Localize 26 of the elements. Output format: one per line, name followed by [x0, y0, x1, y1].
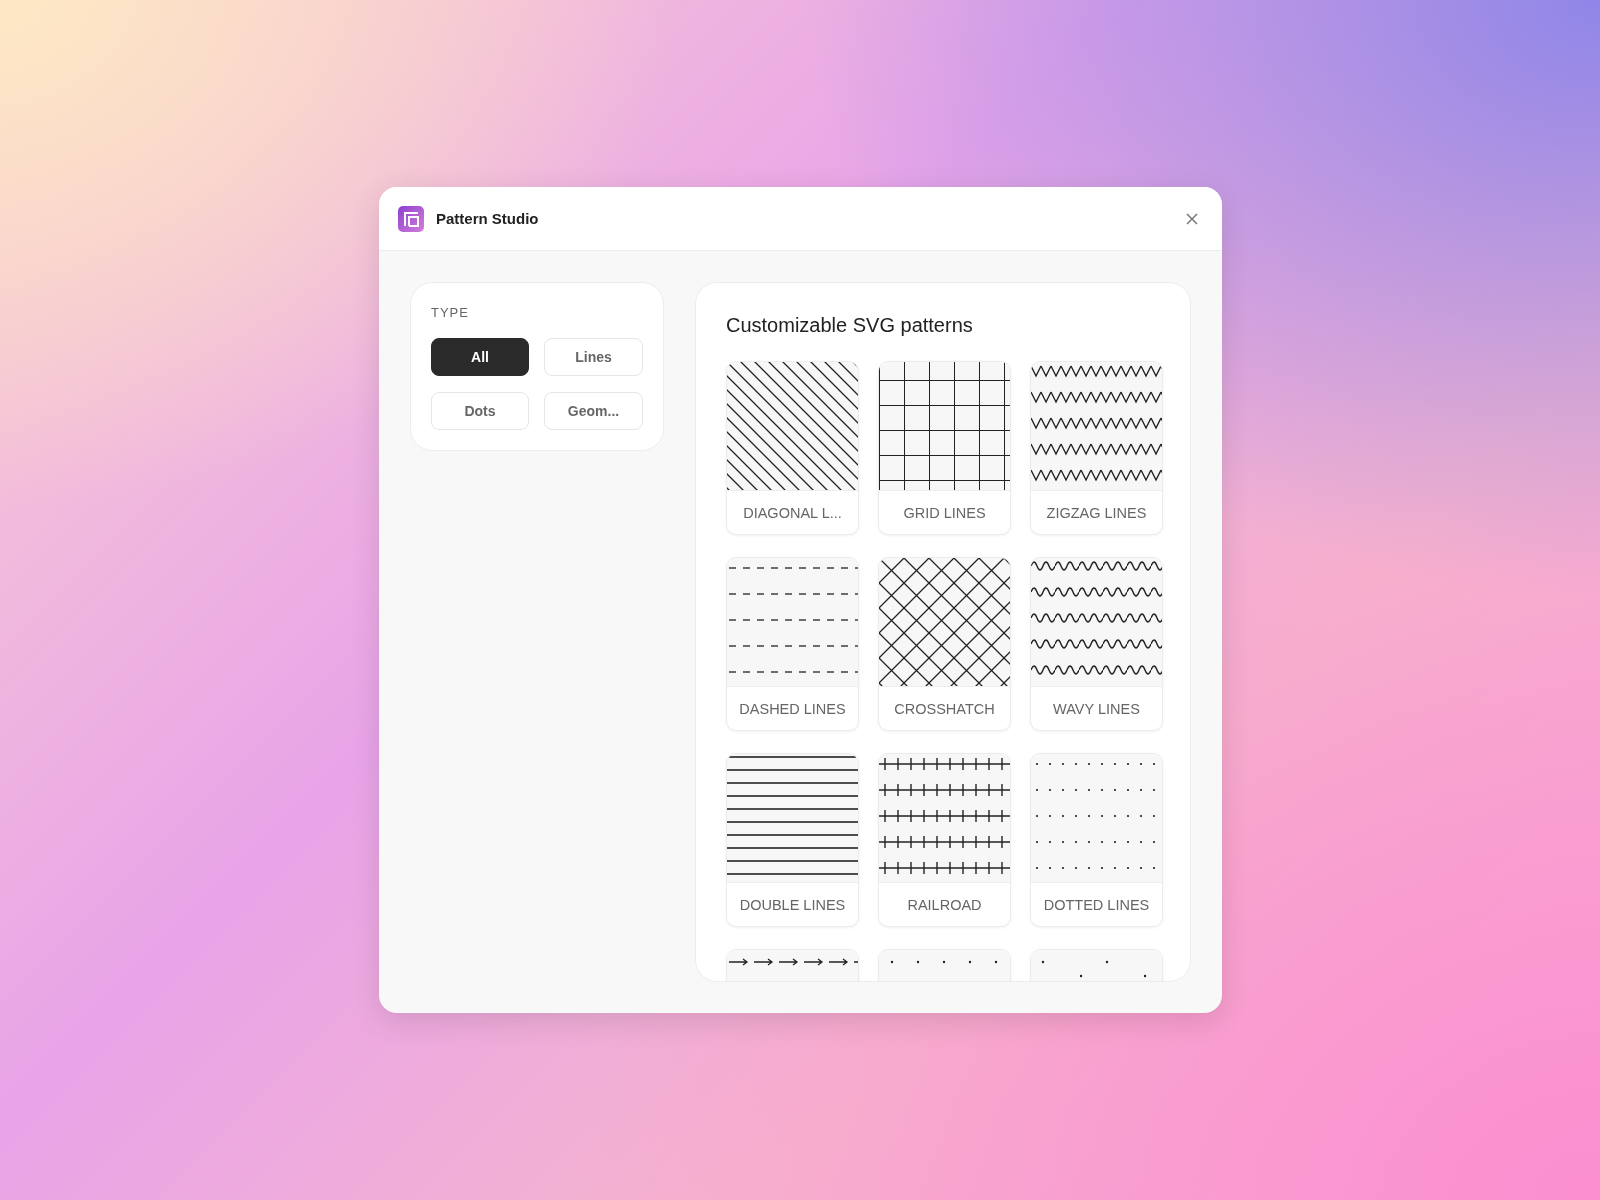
filter-chip[interactable]: Lines — [544, 338, 643, 376]
pattern-card[interactable]: DASHED LINES — [726, 557, 859, 731]
pattern-label: RAILROAD — [879, 882, 1010, 926]
pattern-label: DOTTED LINES — [1031, 882, 1162, 926]
pattern-label: DOUBLE LINES — [727, 882, 858, 926]
filter-chip[interactable]: Geom... — [544, 392, 643, 430]
pattern-label: ZIGZAG LINES — [1031, 490, 1162, 534]
pattern-label: CROSSHATCH — [879, 686, 1010, 730]
window-title: Pattern Studio — [436, 210, 539, 227]
pattern-card[interactable]: CROSSHATCH — [878, 557, 1011, 731]
filter-heading: TYPE — [431, 305, 470, 320]
pattern-card[interactable]: DIAGONAL L... — [726, 361, 859, 535]
pattern-card[interactable]: GRID LINES — [878, 361, 1011, 535]
pattern-card[interactable]: ZIGZAG LINES — [1030, 361, 1163, 535]
pattern-card[interactable]: DOTTED LINES — [1030, 753, 1163, 927]
filter-chip[interactable]: All — [431, 338, 529, 376]
pattern-label: WAVY LINES — [1031, 686, 1162, 730]
pattern-label: DIAGONAL L... — [727, 490, 858, 534]
pattern-card[interactable]: WAVY LINES — [1030, 557, 1163, 731]
pattern-card[interactable]: RAILROAD — [878, 753, 1011, 927]
filter-chip[interactable]: Dots — [431, 392, 529, 430]
pattern-label: GRID LINES — [879, 490, 1010, 534]
pattern-label: DASHED LINES — [727, 686, 858, 730]
pattern-card[interactable]: DOUBLE LINES — [726, 753, 859, 927]
gallery-title: Customizable SVG patterns — [726, 314, 974, 337]
app-logo-icon — [398, 205, 424, 232]
